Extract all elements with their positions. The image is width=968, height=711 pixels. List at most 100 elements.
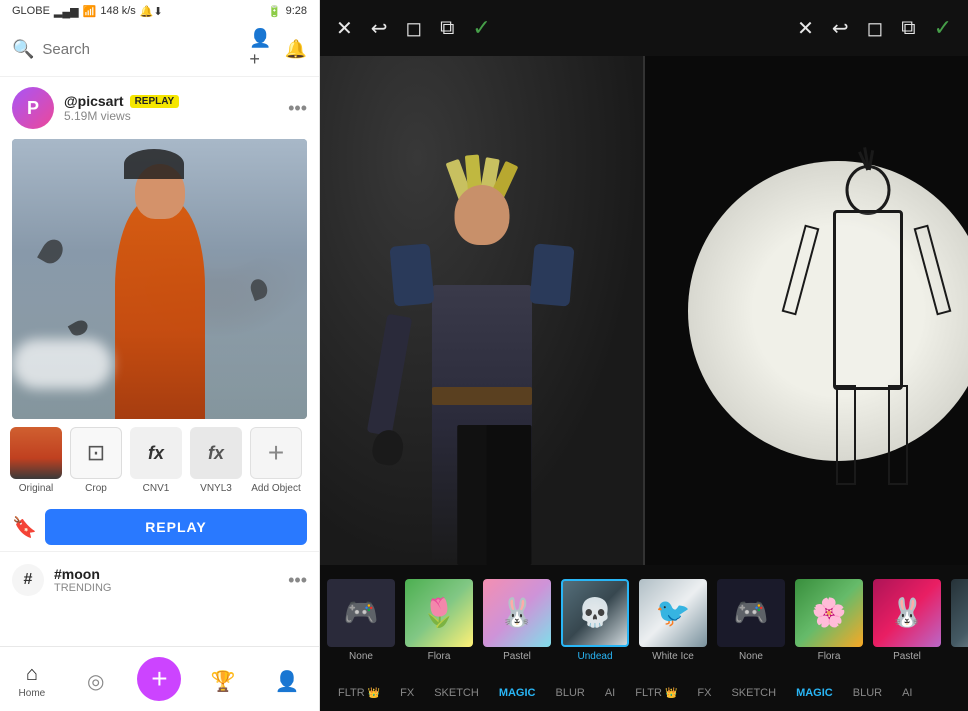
original-label: Original [19,483,53,495]
filter-flora-2-thumb: 🌸 [795,579,863,647]
filter-strip: 🎮 None 🌷 Flora 🐰 Pastel 💀 Undead 🐦 [320,565,968,675]
replay-button[interactable]: REPLAY [45,509,307,545]
tab-blur-1-label: BLUR [556,687,585,699]
status-left: GLOBE ▂▄▆ 📶 148 k/s 🔔⬇ [12,5,163,18]
tool-add-object[interactable]: + Add Object [248,427,304,495]
original-thumb [10,427,62,479]
crop-icon: ⊡ [87,440,105,466]
tab-fx-2[interactable]: FX [687,681,721,705]
tab-fltr-1[interactable]: FLTR 👑 [328,681,390,705]
tab-magic-1-label: MAGIC [499,687,536,699]
status-bar: GLOBE ▂▄▆ 📶 148 k/s 🔔⬇ 🔋 9:28 [0,0,319,22]
character-left-figure [387,185,577,565]
confirm-button-right[interactable]: ✓ [934,15,952,41]
filter-none-1[interactable]: 🎮 None [324,579,398,662]
filter-pastel-1-img: 🐰 [483,579,551,647]
nav-add[interactable]: + [128,653,192,709]
tool-crop[interactable]: ⊡ Crop [68,427,124,495]
more-options-button[interactable]: ••• [288,98,307,119]
undo-button-right[interactable]: ↩ [832,16,849,41]
add-button[interactable]: + [137,657,181,701]
signal-icon: ▂▄▆ [54,5,79,18]
avatar[interactable]: P [12,87,54,129]
confirm-button-left[interactable]: ✓ [472,15,490,41]
filter-undead-1-label: Undead [577,651,612,662]
nav-explore[interactable]: ◎ [64,665,128,698]
hair-element [124,149,184,179]
vnyl3-thumb: fx [190,427,242,479]
notification-icons: 🔔⬇ [140,5,163,18]
filter-undead-1[interactable]: 💀 Undead [558,579,632,662]
close-button-left[interactable]: ✕ [336,16,353,41]
filter-pastel-2[interactable]: 🐰 Pastel [870,579,944,662]
filter-none-2[interactable]: 🎮 None [714,579,788,662]
canvas-right[interactable] [645,56,968,565]
cloud-left [12,339,112,389]
filter-none-1-thumb: 🎮 [327,579,395,647]
shoulder-right [529,243,574,306]
erase-button-left[interactable]: ◻ [406,16,423,41]
tab-blur-2[interactable]: BLUR [843,681,892,705]
toolbar-left-group: ✕ ↩ ◻ ⧉ ✓ [336,15,491,41]
undo-button-left[interactable]: ↩ [371,16,388,41]
canvas-area [320,56,968,565]
filter-flora-1-img: 🌷 [405,579,473,647]
search-input[interactable] [42,41,241,58]
tab-ai-2[interactable]: AI [892,681,922,705]
shoulder-left [389,243,434,306]
replay-button-row: 🔖 REPLAY [0,503,319,551]
tab-fx-1[interactable]: FX [390,681,424,705]
leg-right [486,425,531,565]
user-details: @picsart REPLAY 5.19M views [64,93,278,123]
tab-ai-1[interactable]: AI [595,681,625,705]
tab-sketch-1[interactable]: SKETCH [424,681,489,705]
tool-vnyl3[interactable]: fx VNYL3 [188,427,244,495]
username: @picsart [64,93,124,109]
filter-undead-2-thumb: 💀 [951,579,968,647]
tool-cnv1[interactable]: fx CNV1 [128,427,184,495]
filter-pastel-1[interactable]: 🐰 Pastel [480,579,554,662]
tool-original[interactable]: Original [8,427,64,495]
right-panel: ✕ ↩ ◻ ⧉ ✓ ✕ ↩ ◻ ⧉ ✓ [320,0,968,711]
nav-challenges[interactable]: 🏆 [191,665,255,698]
filter-flora-1[interactable]: 🌷 Flora [402,579,476,662]
sketch-leg-left [836,385,856,485]
filter-none-1-label: None [349,651,373,662]
cnv1-label: CNV1 [143,483,170,495]
tab-magic-1[interactable]: MAGIC [489,681,546,705]
vnyl3-label: VNYL3 [200,483,232,495]
filter-whiteice-1[interactable]: 🐦 White Ice [636,579,710,662]
sketch-figure [788,165,948,485]
tab-sketch-2[interactable]: SKETCH [721,681,786,705]
filter-flora-2-label: Flora [818,651,841,662]
filter-undead-2-img: 💀 [951,579,968,647]
tab-blur-1[interactable]: BLUR [546,681,595,705]
trending-more-button[interactable]: ••• [288,570,307,591]
crown-icon-1: 👑 [368,688,380,699]
nav-profile[interactable]: 👤 [255,665,319,698]
tab-fltr-2[interactable]: FLTR 👑 [625,681,687,705]
bookmark-button[interactable]: 🔖 [12,515,37,540]
nav-home[interactable]: ⌂ Home [0,659,64,703]
profile-icon: 👤 [275,669,300,694]
tab-magic-2[interactable]: MAGIC [786,681,843,705]
tab-fx-2-label: FX [697,687,711,699]
user-info: P @picsart REPLAY 5.19M views ••• [0,77,319,139]
notification-bell-icon[interactable]: 🔔 [285,39,307,60]
battery-icon: 🔋 [268,5,282,18]
filter-undead-2[interactable]: 💀 Undead [948,579,968,662]
copy-button-left[interactable]: ⧉ [440,17,454,40]
filter-flora-2[interactable]: 🌸 Flora [792,579,866,662]
erase-button-right[interactable]: ◻ [867,16,884,41]
add-user-icon[interactable]: 👤+ [249,28,274,70]
copy-button-right[interactable]: ⧉ [901,17,915,40]
status-right: 🔋 9:28 [268,5,307,18]
close-button-right[interactable]: ✕ [797,16,814,41]
views-count: 5.19M views [64,109,278,123]
canvas-left[interactable] [320,56,645,565]
cnv1-thumb: fx [130,427,182,479]
filter-none-2-label: None [739,651,763,662]
left-panel: GLOBE ▂▄▆ 📶 148 k/s 🔔⬇ 🔋 9:28 🔍 👤+ 🔔 P @… [0,0,320,711]
sketch-arm-right [914,225,952,316]
filter-pastel-2-label: Pastel [893,651,921,662]
